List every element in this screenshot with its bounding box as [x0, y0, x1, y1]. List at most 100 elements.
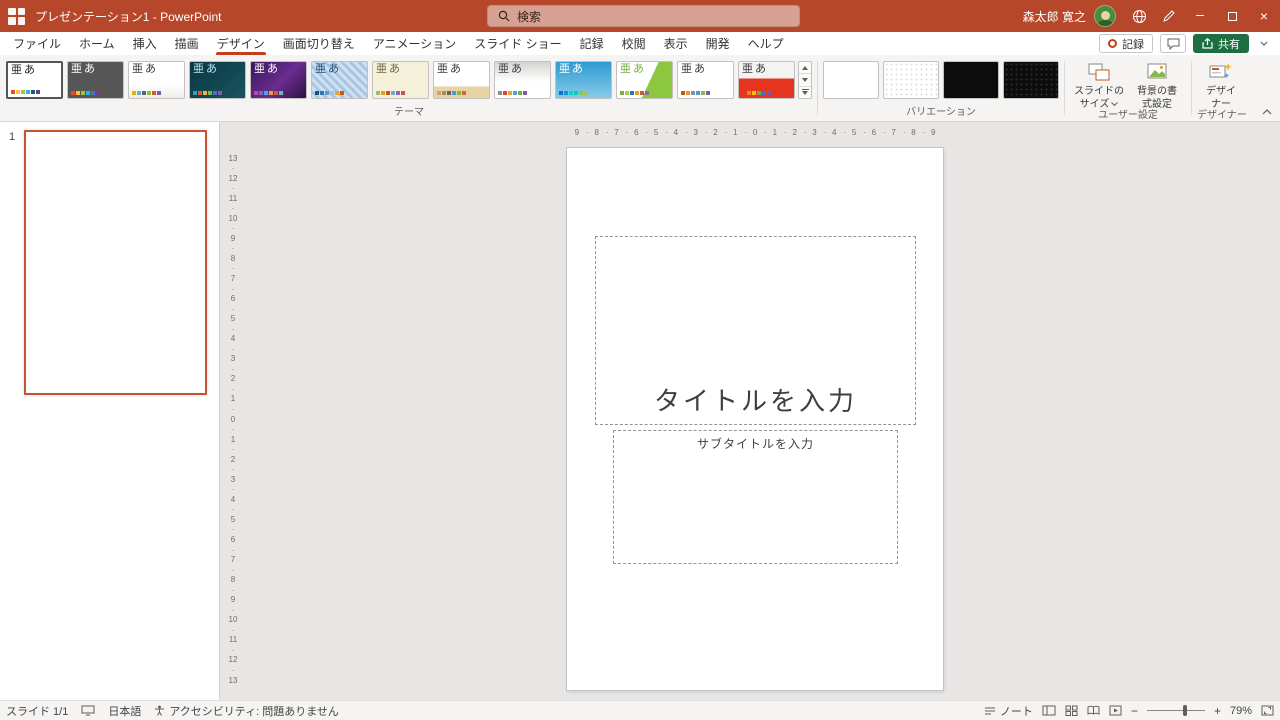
v-ruler: 13121110987654321012345678910111213 — [226, 148, 240, 690]
variant-thumbnail[interactable] — [1003, 61, 1059, 99]
minimize-button[interactable]: – — [1184, 0, 1216, 32]
zoom-slider[interactable] — [1146, 705, 1205, 716]
record-button[interactable]: 記録 — [1099, 34, 1153, 53]
ruler-number: 9 — [931, 128, 936, 137]
ruler-number: 5 — [646, 126, 668, 139]
accessibility-button[interactable]: アクセシビリティ: 問題ありません — [154, 703, 339, 719]
slide-editing-surface[interactable]: タイトルを入力 サブタイトルを入力 — [567, 148, 943, 690]
gallery-more-button[interactable] — [799, 85, 811, 98]
zoom-slider-thumb[interactable] — [1182, 705, 1187, 716]
group-divider — [817, 61, 818, 115]
reading-view-button[interactable] — [1087, 705, 1100, 716]
ruler-number: 5 — [226, 309, 240, 329]
variant-thumbnail[interactable] — [943, 61, 999, 99]
reading-view-icon — [1087, 705, 1100, 715]
status-bar: スライド 1/1 日本語 アクセシビリティ: 問題ありません ノート − + 7… — [0, 700, 1280, 720]
theme-sample-text: 亜あ — [681, 63, 707, 75]
share-button[interactable]: 共有 — [1193, 34, 1249, 53]
zoom-out-button[interactable]: − — [1131, 705, 1138, 717]
variant-thumbnail[interactable] — [823, 61, 879, 99]
menu-tab[interactable]: ヘルプ — [739, 32, 793, 55]
customize-group: スライドの サイズ 背景の書 式設定 ユーザー設定 — [1066, 55, 1190, 121]
account-button[interactable]: 森太郎 寛之 — [1015, 0, 1124, 32]
theme-color-strip — [498, 91, 527, 95]
zoom-in-button[interactable]: + — [1214, 705, 1221, 717]
ruler-number: 6 — [626, 126, 648, 139]
globe-icon[interactable] — [1124, 0, 1154, 32]
normal-view-button[interactable] — [1042, 705, 1056, 716]
maximize-button[interactable] — [1216, 0, 1248, 32]
theme-color-strip — [620, 91, 649, 95]
menu-tab[interactable]: ファイル — [4, 32, 70, 55]
menu-tab[interactable]: 開発 — [697, 32, 739, 55]
gallery-scroll-down-button[interactable] — [799, 73, 811, 85]
ruler-number: 0 — [745, 126, 767, 139]
ruler-number: 6 — [226, 529, 240, 549]
theme-thumbnail[interactable]: 亜あ — [494, 61, 551, 99]
title-placeholder[interactable]: タイトルを入力 — [595, 236, 916, 425]
avatar — [1094, 5, 1116, 27]
theme-thumbnail[interactable]: 亜あ — [677, 61, 734, 99]
ruler-number: 1 — [765, 126, 787, 139]
menu-tab[interactable]: 画面切り替え — [274, 32, 364, 55]
theme-thumbnail[interactable]: 亜あ — [372, 61, 429, 99]
variant-thumbnail[interactable] — [883, 61, 939, 99]
menu-tab[interactable]: 描画 — [166, 32, 208, 55]
comments-button[interactable] — [1160, 34, 1186, 53]
ruler-number: 9 — [567, 126, 589, 139]
menu-tab[interactable]: 校閲 — [613, 32, 655, 55]
theme-thumbnail[interactable]: 亜あ — [6, 61, 63, 99]
designer-button[interactable]: デザイ ナー — [1197, 61, 1245, 111]
pen-icon[interactable] — [1154, 0, 1184, 32]
notes-button[interactable]: ノート — [984, 703, 1033, 719]
theme-sample-text: 亜あ — [559, 63, 585, 75]
theme-thumbnail[interactable]: 亜あ — [555, 61, 612, 99]
fit-to-window-button[interactable] — [1261, 705, 1274, 716]
h-ruler: 9876543210123456789 — [567, 126, 943, 139]
background-format-button[interactable]: 背景の書 式設定 — [1128, 61, 1186, 111]
theme-thumbnail[interactable]: 亜あ — [738, 61, 795, 99]
theme-thumbnail[interactable]: 亜あ — [250, 61, 307, 99]
slide-thumbnail[interactable] — [24, 130, 207, 395]
theme-sample-text: 亜あ — [437, 63, 463, 75]
theme-thumbnail[interactable]: 亜あ — [128, 61, 185, 99]
normal-view-icon — [1042, 705, 1056, 716]
search-box[interactable]: 検索 — [487, 5, 800, 27]
ruler-number: 6 — [226, 289, 240, 309]
theme-thumbnail[interactable]: 亜あ — [616, 61, 673, 99]
ruler-number: 0 — [226, 409, 240, 429]
menu-tab[interactable]: スライド ショー — [465, 32, 570, 55]
language-button[interactable]: 日本語 — [108, 703, 141, 719]
ruler-number: 8 — [226, 570, 240, 590]
menu-tab[interactable]: アニメーション — [364, 32, 466, 55]
close-button[interactable]: × — [1248, 0, 1280, 32]
ruler-number: 2 — [706, 126, 727, 139]
ruler-number: 1 — [725, 126, 747, 139]
display-settings-button[interactable] — [81, 705, 95, 716]
ruler-number: 8 — [904, 126, 925, 139]
zoom-level[interactable]: 79% — [1230, 705, 1252, 717]
ruler-number: 4 — [226, 489, 240, 509]
slide-sorter-view-button[interactable] — [1065, 705, 1078, 716]
menu-tab[interactable]: 表示 — [655, 32, 697, 55]
more-options-chevron-icon[interactable] — [1256, 41, 1272, 46]
ruler-number: 2 — [226, 369, 240, 389]
theme-thumbnail[interactable]: 亜あ — [67, 61, 124, 99]
menu-tab[interactable]: 記録 — [571, 32, 613, 55]
theme-color-strip — [11, 90, 40, 94]
ruler-number: 5 — [844, 126, 866, 139]
theme-thumbnail[interactable]: 亜あ — [433, 61, 490, 99]
slideshow-view-button[interactable] — [1109, 705, 1122, 716]
theme-thumbnail[interactable]: 亜あ — [311, 61, 368, 99]
theme-thumbnail[interactable]: 亜あ — [189, 61, 246, 99]
menu-tab[interactable]: デザイン — [208, 32, 274, 55]
subtitle-placeholder[interactable]: サブタイトルを入力 — [613, 430, 898, 564]
collapse-ribbon-button[interactable] — [1262, 104, 1272, 118]
theme-color-strip — [437, 91, 466, 95]
gallery-scroll-up-button[interactable] — [799, 62, 811, 73]
menu-tab[interactable]: ホーム — [70, 32, 124, 55]
ruler-number: 2 — [785, 126, 806, 139]
powerpoint-app-icon[interactable] — [8, 7, 25, 25]
menu-tab[interactable]: 挿入 — [124, 32, 166, 55]
slide-size-button[interactable]: スライドの サイズ — [1070, 61, 1128, 111]
